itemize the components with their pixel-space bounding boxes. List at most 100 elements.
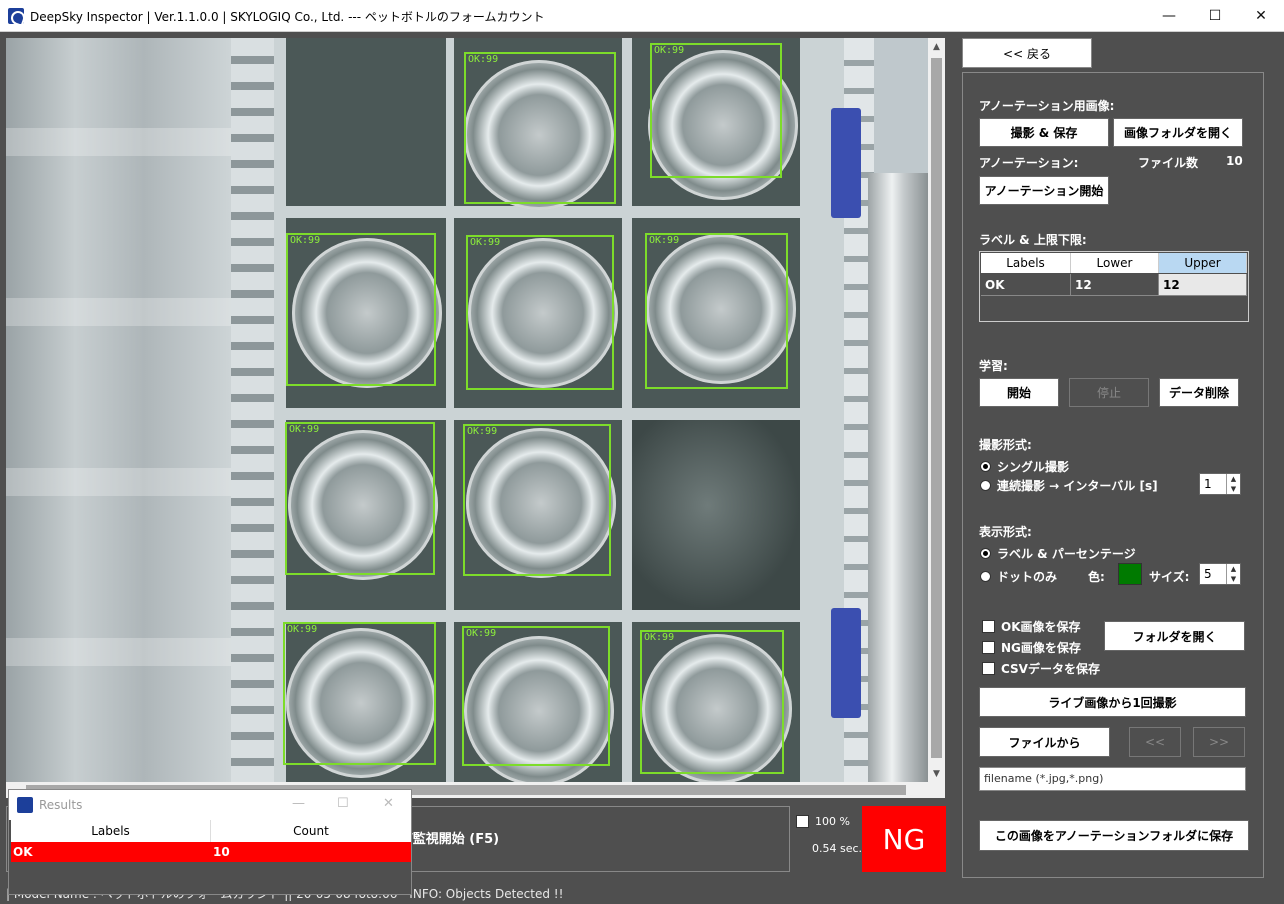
table-row[interactable]: OK 10 [11, 842, 411, 862]
app-logo-icon [8, 8, 24, 24]
save-ng-checkbox[interactable]: NG画像を保存 [982, 639, 1081, 656]
radio-icon[interactable] [980, 480, 991, 491]
filename-field[interactable]: filename (*.jpg,*.png) [979, 767, 1246, 791]
back-button[interactable]: << 戻る [962, 38, 1092, 68]
detection-box: OK:99 [462, 626, 610, 766]
detection-box: OK:99 [645, 233, 788, 389]
title-bar: DeepSky Inspector | Ver.1.1.0.0 | SKYLOG… [0, 0, 1284, 32]
checkbox-icon[interactable] [982, 662, 995, 675]
maximize-button[interactable]: ☐ [1192, 0, 1238, 32]
delete-data-button[interactable]: データ削除 [1159, 378, 1239, 407]
limit-lower-cell[interactable]: 12 [1071, 274, 1159, 296]
detection-label: OK:99 [287, 624, 318, 635]
from-file-button[interactable]: ファイルから [979, 727, 1110, 757]
zoom-checkbox[interactable]: 100 % [796, 810, 854, 832]
minimize-icon[interactable]: — [292, 796, 305, 811]
limit-label-cell[interactable]: OK [981, 274, 1071, 296]
detection-label: OK:99 [466, 628, 497, 639]
size-label: サイズ: [1149, 570, 1190, 584]
metal-frame [868, 173, 928, 782]
learning-stop-button[interactable]: 停止 [1069, 378, 1149, 407]
interval-stepper[interactable]: 1 ▲ ▼ [1199, 473, 1241, 495]
table-row[interactable]: OK 12 12 [981, 274, 1247, 296]
results-title-bar: Results — ☐ ✕ [9, 790, 411, 820]
detection-label: OK:99 [470, 237, 501, 248]
size-stepper[interactable]: 5 ▲ ▼ [1199, 563, 1241, 585]
radio-selected-icon[interactable] [980, 548, 991, 559]
column-header-count[interactable]: Count [211, 820, 411, 842]
result-badge: NG [862, 806, 946, 872]
save-csv-label: CSVデータを保存 [1001, 662, 1100, 676]
detection-box: OK:99 [285, 422, 435, 575]
start-annotation-button[interactable]: アノーテーション開始 [979, 176, 1109, 205]
tray-clip [831, 108, 861, 218]
results-window: Results — ☐ ✕ Labels Count OK 10 [8, 789, 412, 895]
scroll-up-icon[interactable]: ▲ [928, 38, 945, 55]
close-icon[interactable]: ✕ [383, 796, 394, 811]
detection-box: OK:99 [464, 52, 616, 204]
file-count-label: ファイル数 [1138, 156, 1199, 170]
column-header-labels[interactable]: Labels [981, 253, 1071, 273]
next-file-button[interactable]: >> [1193, 727, 1245, 757]
vertical-scrollbar[interactable]: ▲ ▼ [928, 38, 945, 782]
camera-view: OK:99 OK:99 OK:99 OK:99 OK:99 OK:99 OK:9… [6, 38, 928, 782]
scroll-thumb[interactable] [931, 58, 942, 758]
detection-box: OK:99 [640, 630, 784, 774]
detection-label: OK:99 [649, 235, 680, 246]
continuous-capture-radio[interactable]: 連続撮影 → インターバル [s] [980, 477, 1158, 494]
scroll-down-icon[interactable]: ▼ [928, 765, 945, 782]
tray-left-section [6, 38, 236, 782]
dot-color-picker[interactable] [1118, 563, 1142, 585]
results-table-header: Labels Count [11, 820, 411, 842]
app-logo-icon [17, 797, 33, 813]
radio-icon[interactable] [980, 571, 991, 582]
dots-only-label: ドットのみ [997, 570, 1058, 584]
window-title: DeepSky Inspector | Ver.1.1.0.0 | SKYLOG… [30, 10, 545, 24]
save-csv-checkbox[interactable]: CSVデータを保存 [982, 660, 1100, 677]
results-table: Labels Count OK 10 [11, 820, 411, 862]
learning-start-button[interactable]: 開始 [979, 378, 1059, 407]
resize-grip [928, 782, 945, 798]
open-image-folder-button[interactable]: 画像フォルダを開く [1113, 118, 1243, 147]
inference-time: 0.54 sec. [812, 842, 863, 855]
save-ok-checkbox[interactable]: OK画像を保存 [982, 618, 1081, 635]
limit-upper-cell[interactable]: 12 [1159, 274, 1247, 296]
detection-box: OK:99 [650, 43, 782, 178]
stepper-arrows-icon[interactable]: ▲ ▼ [1226, 564, 1240, 584]
stepper-arrows-icon[interactable]: ▲ ▼ [1226, 474, 1240, 494]
column-header-labels[interactable]: Labels [11, 820, 211, 842]
single-capture-radio[interactable]: シングル撮影 [980, 458, 1069, 475]
size-value: 5 [1204, 567, 1212, 581]
close-button[interactable]: ✕ [1238, 0, 1284, 32]
column-header-upper[interactable]: Upper [1159, 253, 1247, 273]
previous-file-button[interactable]: << [1129, 727, 1181, 757]
maximize-icon[interactable]: ☐ [337, 796, 349, 811]
detection-box: OK:99 [463, 424, 611, 576]
learning-label: 学習: [979, 359, 1008, 373]
single-capture-label: シングル撮影 [997, 460, 1070, 474]
detection-label: OK:99 [644, 632, 675, 643]
detection-label: OK:99 [289, 424, 320, 435]
radio-selected-icon[interactable] [980, 461, 991, 472]
capture-once-button[interactable]: ライブ画像から1回撮影 [979, 687, 1246, 717]
open-folder-button[interactable]: フォルダを開く [1104, 621, 1245, 651]
column-header-lower[interactable]: Lower [1071, 253, 1159, 273]
checkbox-icon[interactable] [796, 814, 809, 828]
capture-save-button[interactable]: 撮影 & 保存 [979, 118, 1109, 147]
save-to-annotation-button[interactable]: この画像をアノーテーションフォルダに保存 [979, 820, 1249, 851]
detection-box: OK:99 [466, 235, 614, 390]
limits-table-header: Labels Lower Upper [981, 253, 1247, 273]
checkbox-icon[interactable] [982, 641, 995, 654]
zoom-value: 100 % [815, 814, 850, 828]
checkbox-icon[interactable] [982, 620, 995, 633]
label-percentage-radio[interactable]: ラベル & パーセンテージ [980, 545, 1136, 562]
row-count: 10 [213, 845, 230, 859]
detection-label: OK:99 [654, 45, 685, 56]
annotation-label: アノーテーション: [979, 156, 1079, 170]
minimize-button[interactable]: — [1146, 0, 1192, 32]
detection-label: OK:99 [468, 54, 499, 65]
results-title: Results [39, 798, 83, 812]
limits-table: Labels Lower Upper OK 12 12 [979, 251, 1249, 322]
dots-only-radio[interactable]: ドットのみ [980, 568, 1057, 585]
capture-mode-label: 撮影形式: [979, 438, 1032, 452]
